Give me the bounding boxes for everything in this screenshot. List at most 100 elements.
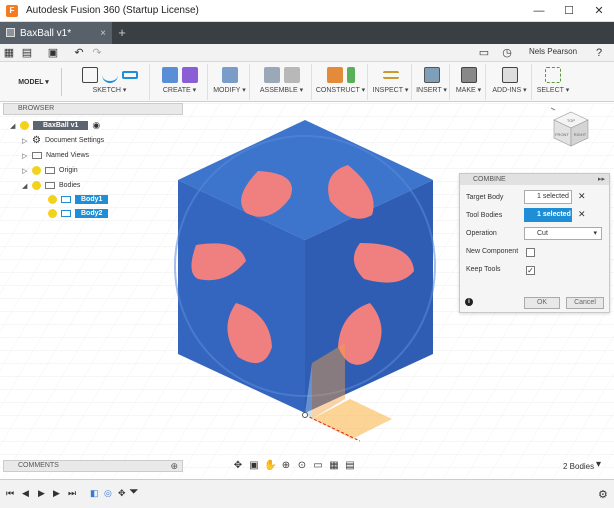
- new-component-label: New Component: [466, 248, 519, 255]
- visibility-bulb-icon[interactable]: [48, 209, 57, 218]
- clock-icon[interactable]: ◷: [498, 44, 516, 62]
- comments-title: COMMENTS: [18, 462, 59, 469]
- clear-tool-bodies-icon[interactable]: ✕: [578, 209, 586, 220]
- combine-dialog: COMBINE ▸▸ Target Body 1 selected ✕ Tool…: [459, 173, 610, 313]
- look-at-icon[interactable]: ▣: [248, 460, 260, 471]
- timeline-bar: ⏮ ◀ ▶ ▶ ⏭ ◧ ◎ ✥ ⏷ ⚙: [0, 479, 614, 508]
- visibility-bulb-icon[interactable]: [32, 181, 41, 190]
- insert-group[interactable]: INSERT ▾: [414, 64, 450, 100]
- browser-title: BROWSER: [18, 105, 55, 112]
- redo-icon[interactable]: ↷: [88, 44, 106, 62]
- grid-menu-icon[interactable]: ▦: [0, 44, 18, 62]
- chevron-down-icon[interactable]: ▾: [596, 459, 601, 470]
- keep-tools-checkbox[interactable]: ✓: [526, 266, 535, 275]
- chevron-down-icon: ▾: [593, 230, 597, 237]
- tool-bodies-selector[interactable]: 1 selected: [524, 208, 572, 222]
- last-step-icon[interactable]: ⏭: [68, 488, 76, 499]
- offset-plane-icon: [326, 67, 343, 83]
- navigation-bar: ✥ ▣ ✋ ⊕ ⊙ ▭ ▦ ▤: [232, 460, 356, 471]
- fusion-app-icon: F: [6, 4, 18, 17]
- quick-access-bar: ▦ ▤ ▣ ↶ ↷ ▭ ◷ Nels Pearson ?: [0, 44, 614, 62]
- tree-item-document-settings[interactable]: ▷ ⚙ Document Settings: [22, 134, 104, 147]
- undo-icon[interactable]: ↶: [70, 44, 88, 62]
- first-step-icon[interactable]: ⏮: [6, 488, 14, 499]
- minimize-button[interactable]: —: [524, 0, 554, 22]
- workspace-switcher[interactable]: MODEL ▾: [6, 68, 62, 96]
- orbit-icon[interactable]: ✥: [232, 460, 244, 471]
- new-tab-button[interactable]: +: [112, 22, 132, 44]
- tree-item-named-views[interactable]: ▷ Named Views: [22, 149, 89, 162]
- file-menu-icon[interactable]: ▤: [18, 44, 36, 62]
- play-icon[interactable]: ▶: [38, 488, 45, 499]
- target-body-value: 1 selected: [537, 193, 569, 200]
- addins-group[interactable]: ADD-INS ▾: [488, 64, 532, 100]
- origin-point[interactable]: [302, 412, 308, 418]
- home-view-icon[interactable]: [550, 107, 556, 111]
- rectangle-icon: [121, 71, 138, 79]
- tree-item-origin[interactable]: ▷ Origin: [22, 164, 78, 177]
- visibility-bulb-icon[interactable]: [48, 195, 57, 204]
- close-button[interactable]: ✕: [584, 0, 614, 22]
- target-body-selector[interactable]: 1 selected: [524, 190, 572, 204]
- sketch-group[interactable]: SKETCH ▾: [70, 64, 150, 100]
- pan-icon[interactable]: ✋: [264, 460, 276, 471]
- activate-radio-icon[interactable]: ◉: [92, 120, 100, 131]
- add-comment-icon[interactable]: ⊕: [170, 461, 178, 471]
- construct-label: CONSTRUCT ▾: [315, 87, 366, 94]
- cube-model[interactable]: [174, 120, 436, 413]
- inspect-label: INSPECT ▾: [372, 87, 409, 94]
- tree-root[interactable]: ◢ BaxBall v1 ◉: [10, 119, 100, 132]
- tree-item-body1[interactable]: Body1: [48, 193, 109, 206]
- bodies-count: 2 Bodies: [563, 462, 595, 471]
- timeline-feature-body-icon[interactable]: ◧: [90, 488, 99, 499]
- create-group[interactable]: CREATE ▾: [152, 64, 208, 100]
- maximize-button[interactable]: ☐: [554, 0, 584, 22]
- new-component-checkbox[interactable]: [526, 248, 535, 257]
- display-settings-icon[interactable]: ▭: [312, 460, 324, 471]
- job-status-icon[interactable]: ▭: [475, 44, 493, 62]
- body-icon: [61, 210, 71, 217]
- clear-target-body-icon[interactable]: ✕: [578, 191, 586, 202]
- timeline-feature-sphere-icon[interactable]: ◎: [104, 488, 112, 499]
- folder-icon: [45, 167, 55, 174]
- tab-baxball[interactable]: BaxBall v1* ×: [0, 22, 112, 44]
- user-name[interactable]: Nels Pearson: [529, 47, 577, 56]
- select-group[interactable]: SELECT ▾: [534, 64, 572, 100]
- viewcube[interactable]: TOP FRONT RIGHT: [548, 106, 594, 152]
- timeline-feature-combine-icon[interactable]: ✥: [118, 488, 126, 499]
- help-icon[interactable]: ?: [590, 44, 608, 62]
- tree-item-bodies[interactable]: ◢ Bodies: [22, 179, 80, 192]
- gear-icon[interactable]: ⚙: [598, 488, 608, 501]
- operation-select[interactable]: Cut ▾: [524, 227, 602, 240]
- construct-group[interactable]: CONSTRUCT ▾: [314, 64, 368, 100]
- expand-dialog-icon[interactable]: ▸▸: [598, 174, 605, 185]
- viewports-icon[interactable]: ▤: [344, 460, 356, 471]
- fit-icon[interactable]: ⊙: [296, 460, 308, 471]
- extrude-icon: [161, 67, 178, 83]
- make-group[interactable]: MAKE ▾: [452, 64, 486, 100]
- close-tab-icon[interactable]: ×: [100, 28, 106, 39]
- modify-group[interactable]: MODIFY ▾: [210, 64, 250, 100]
- ok-button[interactable]: OK: [524, 297, 560, 309]
- timeline-marker-icon[interactable]: ⏷: [129, 484, 139, 499]
- next-step-icon[interactable]: ▶: [53, 488, 60, 499]
- inspect-group[interactable]: INSPECT ▾: [370, 64, 412, 100]
- visibility-bulb-icon[interactable]: [20, 121, 29, 130]
- comments-panel-header[interactable]: COMMENTS ⊕: [3, 460, 183, 472]
- combine-header[interactable]: COMBINE ▸▸: [460, 174, 609, 185]
- tool-bodies-value: 1 selected: [537, 211, 571, 218]
- info-icon[interactable]: i: [465, 298, 473, 306]
- zoom-icon[interactable]: ⊕: [280, 460, 292, 471]
- visibility-bulb-icon[interactable]: [32, 166, 41, 175]
- browser-panel-header[interactable]: BROWSER: [3, 103, 183, 115]
- viewcube-front-label: FRONT: [555, 132, 569, 137]
- spline-icon: [101, 67, 118, 83]
- previous-step-icon[interactable]: ◀: [22, 488, 29, 499]
- tree-item-body2[interactable]: Body2: [48, 207, 109, 220]
- body-icon: [61, 196, 71, 203]
- assemble-group[interactable]: ASSEMBLE ▾: [252, 64, 312, 100]
- grid-settings-icon[interactable]: ▦: [328, 460, 340, 471]
- root-component-label: BaxBall v1: [33, 121, 89, 130]
- save-icon[interactable]: ▣: [44, 44, 62, 62]
- cancel-button[interactable]: Cancel: [566, 297, 604, 309]
